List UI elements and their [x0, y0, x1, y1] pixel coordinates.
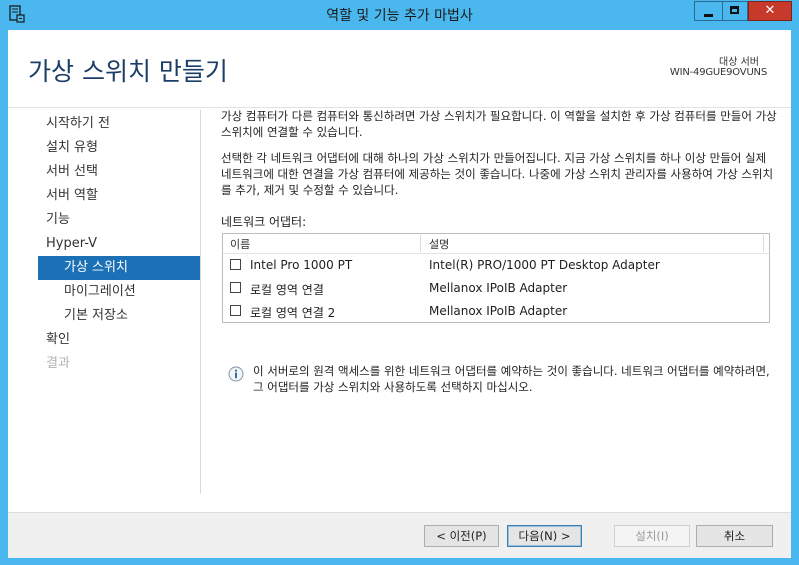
- adapter-name: 로컬 영역 연결 2: [250, 306, 336, 320]
- adapter-description: Mellanox IPoIB Adapter: [429, 304, 568, 318]
- adapter-checkbox[interactable]: [230, 282, 241, 293]
- previous-button[interactable]: < 이전(P): [424, 525, 499, 547]
- adapter-name: Intel Pro 1000 PT: [250, 258, 353, 272]
- adapter-row[interactable]: Intel Pro 1000 PT Intel(R) PRO/1000 PT D…: [223, 254, 769, 277]
- adapter-checkbox[interactable]: [230, 259, 241, 270]
- wizard-footer: < 이전(P) 다음(N) > 설치(I) 취소: [8, 512, 791, 558]
- wizard-header: 가상 스위치 만들기 대상 서버 WIN-49GUE9OVUNS: [8, 30, 791, 108]
- destination-server-label: 대상 서버: [719, 57, 759, 68]
- network-adapters-list[interactable]: 이름 설명 Intel Pro 1000 PT Intel(R) PRO/100…: [222, 233, 770, 323]
- nav-item-virtual-switches[interactable]: 가상 스위치: [38, 256, 200, 280]
- column-header-name[interactable]: 이름: [230, 236, 250, 252]
- nav-item-default-stores[interactable]: 기본 저장소: [38, 304, 200, 328]
- nav-item-server-roles[interactable]: 서버 역할: [38, 184, 200, 208]
- network-adapters-label: 네트워크 어댑터:: [221, 215, 307, 229]
- window-frame: 역할 및 기능 추가 마법사 ✕ 가상 스위치 만들기 대상 서버 WIN-49…: [0, 0, 799, 565]
- nav-item-installation-type[interactable]: 설치 유형: [38, 136, 200, 160]
- nav-item-hyper-v[interactable]: Hyper-V: [38, 232, 200, 256]
- close-button[interactable]: ✕: [748, 1, 792, 21]
- nav-item-before-you-begin[interactable]: 시작하기 전: [38, 112, 200, 136]
- nav-item-confirmation[interactable]: 확인: [38, 328, 200, 352]
- minimize-button[interactable]: [694, 1, 722, 21]
- column-divider[interactable]: [763, 235, 764, 252]
- adapter-row[interactable]: 로컬 영역 연결 2 Mellanox IPoIB Adapter: [223, 300, 769, 323]
- destination-server-name: WIN-49GUE9OVUNS: [669, 67, 767, 78]
- title-bar[interactable]: 역할 및 기능 추가 마법사 ✕: [0, 0, 799, 30]
- close-icon: ✕: [764, 3, 776, 18]
- info-icon: [228, 366, 244, 382]
- intro-paragraph: 가상 컴퓨터가 다른 컴퓨터와 통신하려면 가상 스위치가 필요합니다. 이 역…: [221, 109, 777, 139]
- nav-item-migration[interactable]: 마이그레이션: [38, 280, 200, 304]
- column-header-description[interactable]: 설명: [429, 236, 449, 252]
- window-title: 역할 및 기능 추가 마법사: [326, 8, 473, 24]
- wizard-body: 가상 스위치 만들기 대상 서버 WIN-49GUE9OVUNS 시작하기 전 …: [8, 30, 791, 558]
- nav-item-results: 결과: [46, 356, 70, 371]
- nav-divider: [200, 110, 201, 494]
- next-button[interactable]: 다음(N) >: [507, 525, 582, 547]
- install-button: 설치(I): [614, 525, 690, 547]
- wizard-steps-nav: 시작하기 전 설치 유형 서버 선택 서버 역할 기능 Hyper-V 가상 스…: [38, 112, 200, 376]
- adapter-description: Intel(R) PRO/1000 PT Desktop Adapter: [429, 258, 660, 272]
- list-header: 이름 설명: [223, 234, 769, 254]
- cancel-button[interactable]: 취소: [696, 525, 773, 547]
- page-title: 가상 스위치 만들기: [28, 57, 228, 86]
- detail-paragraph: 선택한 각 네트워크 어댑터에 대해 하나의 가상 스위치가 만들어집니다. 지…: [221, 151, 774, 197]
- info-message: 이 서버로의 원격 액세스를 위한 네트워크 어댑터를 예약하는 것이 좋습니다…: [253, 364, 770, 394]
- nav-item-server-selection[interactable]: 서버 선택: [38, 160, 200, 184]
- adapter-description: Mellanox IPoIB Adapter: [429, 281, 568, 295]
- column-divider[interactable]: [420, 235, 421, 252]
- adapter-row[interactable]: 로컬 영역 연결 Mellanox IPoIB Adapter: [223, 277, 769, 300]
- maximize-button[interactable]: [722, 1, 748, 21]
- adapter-checkbox[interactable]: [230, 305, 241, 316]
- adapter-name: 로컬 영역 연결: [250, 283, 324, 297]
- nav-item-features[interactable]: 기능: [38, 208, 200, 232]
